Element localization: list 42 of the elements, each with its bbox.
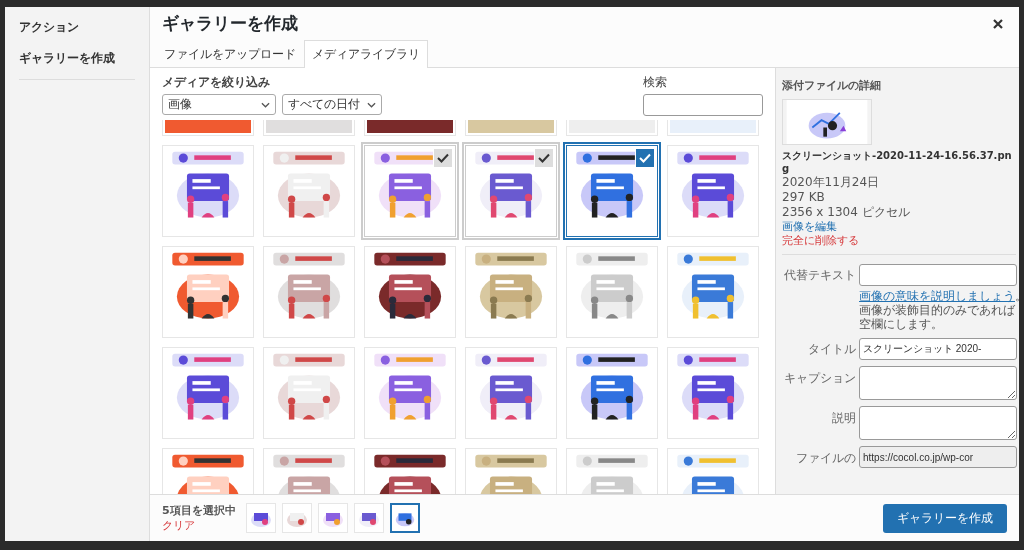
clear-link[interactable]: クリア xyxy=(162,518,246,533)
tab[interactable]: ファイルをアップロード xyxy=(156,40,304,68)
menu-item[interactable]: ギャラリーを作成 xyxy=(19,50,135,67)
edit-image-link[interactable]: 画像を編集 xyxy=(782,220,1016,234)
selected-thumbnail[interactable] xyxy=(390,503,420,533)
field-label: 説明 xyxy=(831,409,857,427)
text-field[interactable]: スクリーンショット 2020- xyxy=(859,337,1017,360)
checkbox[interactable] xyxy=(534,148,554,168)
search-field[interactable] xyxy=(643,94,763,116)
checkbox[interactable] xyxy=(433,148,453,168)
modal-title: ギャラリーを作成 xyxy=(162,12,298,35)
check-icon xyxy=(639,153,651,163)
check-icon xyxy=(437,153,449,163)
help-link[interactable]: 画像の意味を説明しましょう xyxy=(859,288,1015,303)
text-area[interactable] xyxy=(859,405,1017,440)
create-gallery-button[interactable]: ギャラリーを作成 xyxy=(883,503,1007,533)
delete-link[interactable]: 完全に削除する xyxy=(782,234,1016,248)
file-size: 297 KB xyxy=(782,190,826,205)
search-label: 検索 xyxy=(643,74,668,91)
file-date: 2020年11月24日 xyxy=(782,175,881,190)
details-heading: 添付ファイルの詳細 xyxy=(782,78,882,93)
field-label: タイトル xyxy=(807,340,857,358)
image-dimensions: 2356 x 1304 ピクセル xyxy=(782,205,911,220)
file-name: スクリーンショット-2020-11-24-16.56.37.png xyxy=(782,149,1013,175)
tab[interactable]: メディアライブラリ xyxy=(304,40,428,68)
text-field[interactable] xyxy=(859,263,1017,286)
text-area[interactable] xyxy=(859,365,1017,400)
field-label: ファイルの xyxy=(795,449,857,467)
help-text: 画像の意味を説明しましょう。 画像が装飾目的のみであれば空欄にします。 xyxy=(859,288,1017,331)
chevron-down-icon xyxy=(261,101,270,108)
close-icon xyxy=(993,18,1003,29)
date-dropdown[interactable]: すべての日付 xyxy=(282,94,382,115)
chevron-down-icon xyxy=(367,101,376,108)
field-label: 代替テキスト xyxy=(783,267,857,284)
url-field[interactable]: https://cocol.co.jp/wp-cor xyxy=(859,446,1017,468)
type-dropdown[interactable]: 画像 xyxy=(162,94,276,115)
checkbox[interactable] xyxy=(635,148,655,168)
filter-label: メディアを絞り込み xyxy=(162,74,271,91)
check-icon xyxy=(538,153,550,163)
selection-count: 5項目を選択中 xyxy=(162,503,237,518)
field-label: キャプション xyxy=(783,369,857,387)
menu-heading: アクション xyxy=(19,19,80,36)
